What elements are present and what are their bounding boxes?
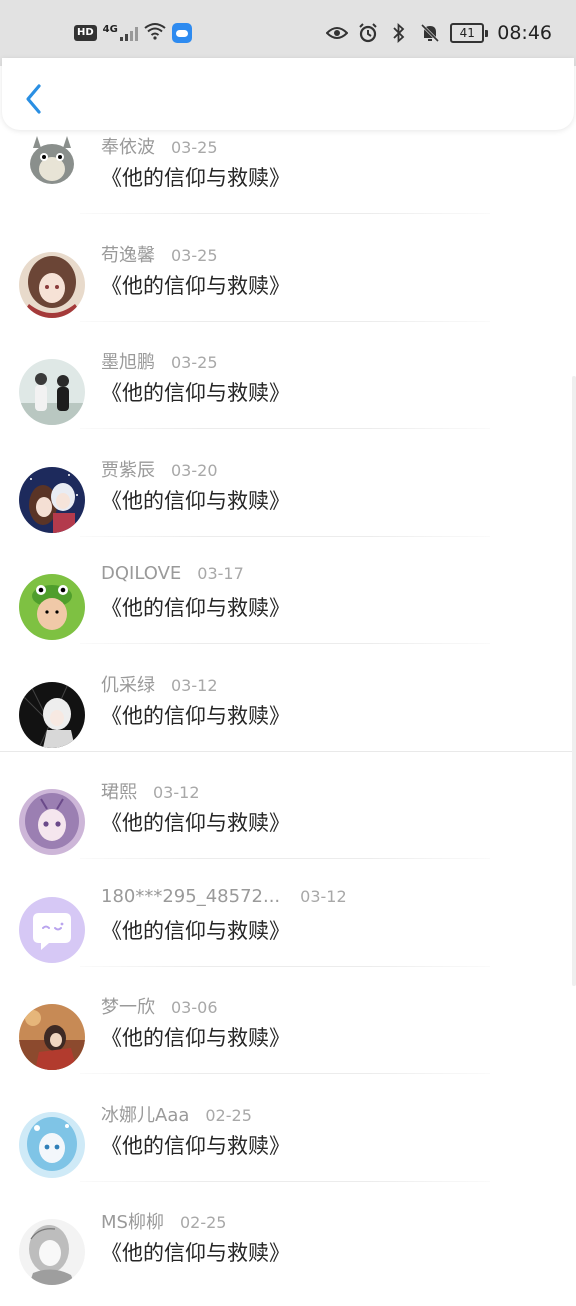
alarm-icon <box>357 22 379 44</box>
back-button[interactable] <box>20 82 48 116</box>
divider <box>0 750 576 752</box>
user-name[interactable]: 奉依波 <box>101 133 155 159</box>
item-date: 03-25 <box>171 245 218 265</box>
user-name[interactable]: DQILOVE <box>101 563 181 584</box>
book-title[interactable]: 《他的信仰与救赎》 <box>101 1022 290 1052</box>
hd-badge: HD <box>74 25 97 41</box>
book-title[interactable]: 《他的信仰与救赎》 <box>101 1237 290 1267</box>
bluetooth-icon <box>388 22 410 44</box>
user-name[interactable]: 珺熙 <box>101 778 137 804</box>
item-date: 03-25 <box>171 138 218 157</box>
item-date: 03-12 <box>171 675 218 695</box>
avatar[interactable] <box>19 124 85 190</box>
avatar[interactable] <box>19 896 85 963</box>
weather-app-icon <box>171 23 192 43</box>
avatar[interactable] <box>19 574 85 640</box>
wifi-icon <box>144 22 166 44</box>
divider <box>80 428 490 429</box>
item-date: 02-25 <box>179 1213 227 1232</box>
user-name[interactable]: 180***295_48572... <box>101 886 280 907</box>
scrollbar[interactable] <box>572 376 576 986</box>
book-title[interactable]: 《他的信仰与救赎》 <box>101 377 290 407</box>
list-item[interactable]: 苟逸馨 03-25 《他的信仰与救赎》 <box>0 232 576 339</box>
item-date: 03-17 <box>197 564 244 583</box>
item-meta: 180***295_48572... 03-12 <box>101 886 347 907</box>
user-name[interactable]: 贾紫辰 <box>101 456 155 482</box>
status-bar: HD 4G 41 08:46 <box>0 0 576 66</box>
avatar[interactable] <box>19 789 85 855</box>
user-name[interactable]: 苟逸馨 <box>101 241 155 267</box>
item-date: 03-12 <box>300 886 347 906</box>
user-name[interactable]: 梦一欣 <box>101 993 155 1019</box>
item-date: 03-12 <box>153 783 200 802</box>
list-item[interactable]: 仉采绿 03-12 《他的信仰与救赎》 <box>0 662 576 769</box>
mute-bell-icon <box>419 22 441 44</box>
status-bar-right: 41 08:46 <box>326 22 552 44</box>
item-meta: 梦一欣 03-06 <box>101 993 218 1019</box>
avatar[interactable] <box>19 1111 85 1178</box>
item-meta: 苟逸馨 03-25 <box>101 241 218 267</box>
item-date: 03-06 <box>171 998 218 1017</box>
divider <box>80 1180 490 1182</box>
battery-level: 41 <box>450 23 485 43</box>
list-item[interactable]: 冰娜儿Aaa 02-25 《他的信仰与救赎》 <box>0 1092 576 1199</box>
item-meta: MS柳柳 02-25 <box>101 1208 226 1234</box>
book-title[interactable]: 《他的信仰与救赎》 <box>101 592 290 622</box>
book-title[interactable]: 《他的信仰与救赎》 <box>101 162 290 192</box>
book-title[interactable]: 《他的信仰与救赎》 <box>101 485 290 515</box>
user-name[interactable]: 墨旭鹏 <box>101 348 155 374</box>
avatar[interactable] <box>19 251 85 318</box>
status-bar-left: HD 4G <box>74 22 192 44</box>
eye-icon <box>326 22 349 44</box>
book-title[interactable]: 《他的信仰与救赎》 <box>101 270 290 300</box>
cellular-signal-icon: 4G <box>103 25 138 41</box>
avatar[interactable] <box>19 681 85 748</box>
chevron-left-icon <box>26 84 41 114</box>
book-title[interactable]: 《他的信仰与救赎》 <box>101 807 290 837</box>
user-name[interactable]: 仉采绿 <box>101 671 155 697</box>
list-item[interactable]: 墨旭鹏 03-25 《他的信仰与救赎》 <box>0 339 576 446</box>
item-meta: 冰娜儿Aaa 02-25 <box>101 1101 252 1127</box>
list-item[interactable]: 梦一欣 03-06 《他的信仰与救赎》 <box>0 984 576 1091</box>
divider <box>80 858 490 859</box>
divider <box>80 965 490 967</box>
item-date: 03-20 <box>171 460 218 480</box>
list-item[interactable]: DQILOVE 03-17 《他的信仰与救赎》 <box>0 554 576 661</box>
list-item[interactable]: 贾紫辰 03-20 《他的信仰与救赎》 <box>0 447 576 554</box>
book-title[interactable]: 《他的信仰与救赎》 <box>101 915 290 945</box>
avatar[interactable] <box>19 359 85 425</box>
book-title[interactable]: 《他的信仰与救赎》 <box>101 700 290 730</box>
avatar[interactable] <box>19 466 85 533</box>
divider <box>80 535 490 537</box>
divider <box>80 320 490 322</box>
divider <box>80 1073 490 1074</box>
clock: 08:46 <box>497 22 552 44</box>
item-meta: DQILOVE 03-17 <box>101 563 244 584</box>
list-item[interactable]: 奉依波 03-25 《他的信仰与救赎》 <box>0 124 576 231</box>
list-item[interactable]: 珺熙 03-12 《他的信仰与救赎》 <box>0 769 576 876</box>
item-date: 03-25 <box>171 353 218 372</box>
item-meta: 珺熙 03-12 <box>101 778 200 804</box>
divider <box>80 213 490 214</box>
list-item[interactable]: MS柳柳 02-25 《他的信仰与救赎》 <box>0 1199 576 1306</box>
list-item[interactable]: 180***295_48572... 03-12 《他的信仰与救赎》 <box>0 877 576 984</box>
book-title[interactable]: 《他的信仰与救赎》 <box>101 1130 290 1160</box>
divider <box>80 643 490 644</box>
network-type-label: 4G <box>102 24 118 35</box>
item-meta: 仉采绿 03-12 <box>101 671 218 697</box>
item-meta: 贾紫辰 03-20 <box>101 456 218 482</box>
item-meta: 奉依波 03-25 <box>101 133 218 159</box>
avatar[interactable] <box>19 1004 85 1070</box>
user-name[interactable]: MS柳柳 <box>101 1208 164 1234</box>
top-navigation-bar <box>2 58 574 130</box>
item-date: 02-25 <box>205 1105 252 1125</box>
battery-indicator: 41 <box>450 23 489 43</box>
avatar[interactable] <box>19 1219 85 1285</box>
item-meta: 墨旭鹏 03-25 <box>101 348 218 374</box>
user-name[interactable]: 冰娜儿Aaa <box>101 1101 189 1127</box>
